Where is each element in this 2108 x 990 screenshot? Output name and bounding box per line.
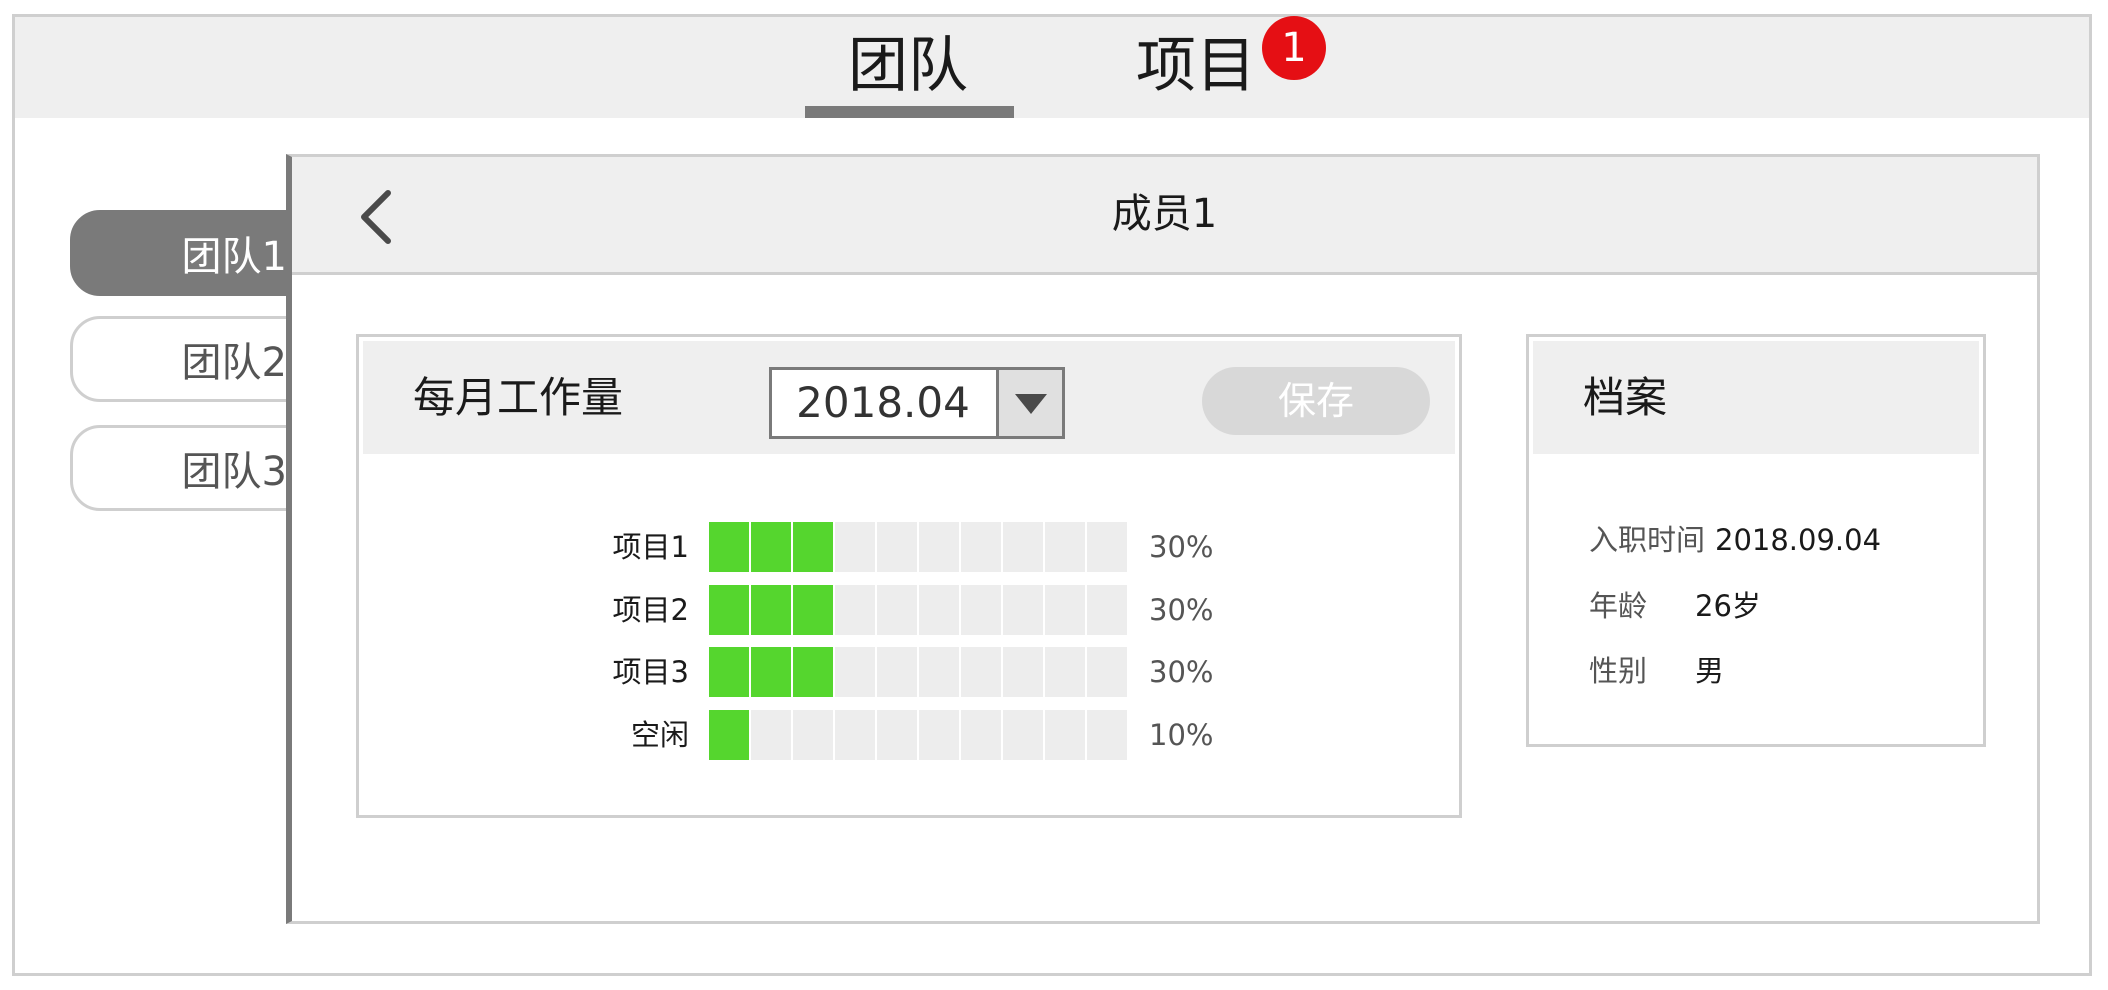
bar-segment-empty <box>877 585 917 635</box>
info-value: 男 <box>1695 654 1725 688</box>
tab-team[interactable]: 团队 <box>848 28 968 104</box>
workload-bar <box>709 522 1127 572</box>
bar-segment-empty <box>1087 647 1127 697</box>
workload-bar <box>709 710 1127 760</box>
bar-segment-empty <box>835 522 875 572</box>
panel-header: 成员1 <box>292 157 2037 275</box>
sidebar-item-label: 团队1 <box>181 234 287 280</box>
sidebar-item-label: 团队3 <box>181 449 287 495</box>
workload-row-percent: 10% <box>1149 718 1214 752</box>
monthly-workload-card: 每月工作量 2018.04 保存 项目1 30% 项目2 30% 项目3 30% 空闲 10% <box>356 334 1462 818</box>
bar-segment-empty <box>835 647 875 697</box>
chevron-left-icon <box>361 190 391 244</box>
panel-title: 成员1 <box>1111 191 1218 237</box>
bar-segment-empty <box>1045 522 1085 572</box>
bar-segment-empty <box>793 710 833 760</box>
bar-segment-filled <box>709 710 749 760</box>
notification-badge: 1 <box>1262 16 1326 80</box>
info-row-age: 年龄 26岁 <box>1589 586 1761 626</box>
workload-row-label: 项目3 <box>612 655 689 689</box>
bar-segment-empty <box>1045 585 1085 635</box>
bar-segment-filled <box>709 585 749 635</box>
bar-segment-empty <box>961 522 1001 572</box>
workload-row-label: 空闲 <box>630 718 689 752</box>
bar-segment-empty <box>919 710 959 760</box>
back-button[interactable] <box>352 187 402 247</box>
bar-segment-empty <box>961 647 1001 697</box>
info-row-gender: 性别 男 <box>1589 651 1724 691</box>
info-row-hire-date: 入职时间 2018.09.04 <box>1589 520 1881 560</box>
bar-segment-empty <box>877 522 917 572</box>
bar-segment-filled <box>751 647 791 697</box>
bar-segment-empty <box>919 585 959 635</box>
bar-segment-empty <box>751 710 791 760</box>
dropdown-toggle[interactable] <box>996 370 1062 436</box>
caret-down-icon <box>1015 394 1047 414</box>
workload-row-percent: 30% <box>1149 593 1214 627</box>
info-label: 入职时间 <box>1589 523 1706 557</box>
workload-bar <box>709 585 1127 635</box>
month-select[interactable]: 2018.04 <box>769 367 1065 439</box>
card-header: 每月工作量 2018.04 保存 <box>363 341 1455 454</box>
card-title: 每月工作量 <box>413 373 624 422</box>
bar-segment-filled <box>751 585 791 635</box>
save-button[interactable]: 保存 <box>1202 367 1430 435</box>
bar-segment-empty <box>835 585 875 635</box>
bar-segment-empty <box>961 710 1001 760</box>
active-tab-indicator <box>805 106 1014 118</box>
bar-segment-empty <box>1003 710 1043 760</box>
info-label: 年龄 <box>1589 589 1648 623</box>
bar-segment-filled <box>793 647 833 697</box>
bar-segment-empty <box>1003 647 1043 697</box>
workload-row-label: 项目1 <box>612 530 689 564</box>
card-header: 档案 <box>1533 341 1979 454</box>
workload-row-label: 项目2 <box>612 593 689 627</box>
bar-segment-empty <box>1087 585 1127 635</box>
bar-segment-empty <box>1003 522 1043 572</box>
bar-segment-empty <box>835 710 875 760</box>
member-detail-panel: 成员1 每月工作量 2018.04 保存 项目1 30% 项目2 30% 项目3 30% 空… <box>286 154 2040 924</box>
sidebar-item-label: 团队2 <box>181 340 287 386</box>
card-title: 档案 <box>1583 373 1668 422</box>
bar-segment-empty <box>961 585 1001 635</box>
bar-segment-filled <box>709 647 749 697</box>
bar-segment-empty <box>1003 585 1043 635</box>
tab-project[interactable]: 项目 <box>1136 28 1256 104</box>
workload-bar <box>709 647 1127 697</box>
bar-segment-empty <box>919 647 959 697</box>
bar-segment-filled <box>793 522 833 572</box>
info-label: 性别 <box>1589 654 1648 688</box>
info-value: 2018.09.04 <box>1715 523 1882 557</box>
workload-row-percent: 30% <box>1149 530 1214 564</box>
bar-segment-empty <box>1087 522 1127 572</box>
bar-segment-filled <box>793 585 833 635</box>
bar-segment-empty <box>1045 710 1085 760</box>
month-select-value: 2018.04 <box>796 378 970 427</box>
bar-segment-empty <box>877 647 917 697</box>
bar-segment-empty <box>877 710 917 760</box>
profile-card: 档案 入职时间 2018.09.04 年龄 26岁 性别 男 <box>1526 334 1986 747</box>
bar-segment-empty <box>1045 647 1085 697</box>
bar-segment-empty <box>919 522 959 572</box>
top-nav-bar <box>15 17 2089 118</box>
workload-row-percent: 30% <box>1149 655 1214 689</box>
bar-segment-empty <box>1087 710 1127 760</box>
bar-segment-filled <box>709 522 749 572</box>
info-value: 26岁 <box>1695 589 1761 623</box>
bar-segment-filled <box>751 522 791 572</box>
